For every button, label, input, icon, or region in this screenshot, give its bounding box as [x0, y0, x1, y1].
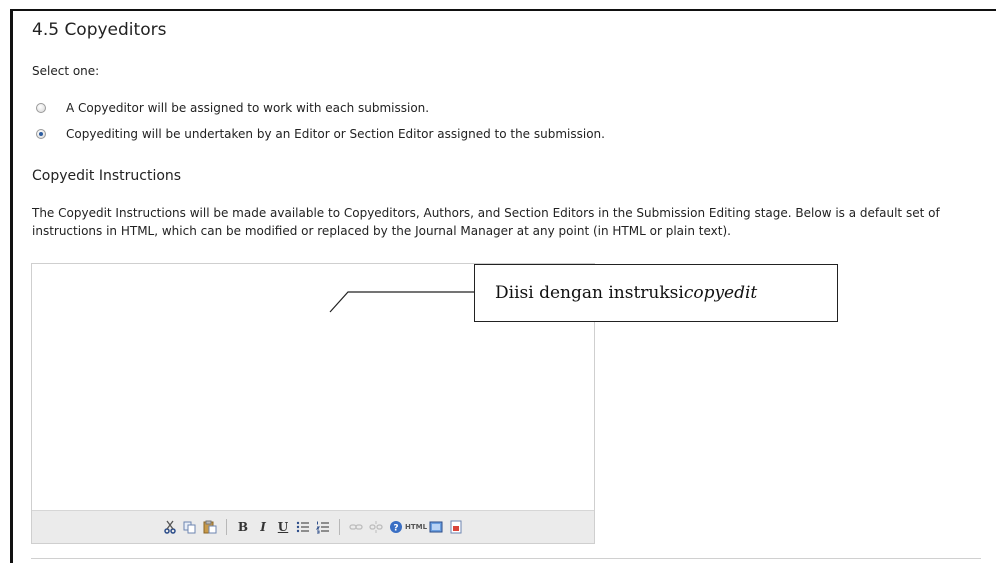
callout-annotation: Diisi dengan instruksi copyedit — [474, 264, 838, 322]
option-label: A Copyeditor will be assigned to work wi… — [66, 101, 430, 115]
toolbar-separator — [339, 519, 340, 535]
frame-left-border — [10, 9, 13, 563]
insert-image-icon[interactable] — [448, 518, 464, 536]
option-label: Copyediting will be undertaken by an Edi… — [66, 127, 605, 141]
radio-button[interactable] — [36, 103, 46, 113]
copyedit-instructions-description: The Copyedit Instructions will be made a… — [32, 206, 940, 238]
section-title: 4.5 Copyeditors — [32, 20, 167, 40]
copy-icon[interactable] — [182, 518, 198, 536]
bullet-list-icon[interactable] — [295, 518, 311, 536]
radio-button-selected[interactable] — [36, 129, 46, 139]
section-divider — [31, 558, 981, 559]
editor-toolbar: B I U ? HTML — [32, 510, 594, 543]
help-icon[interactable]: ? — [388, 518, 404, 536]
option-copyeditor-assigned[interactable]: A Copyeditor will be assigned to work wi… — [36, 101, 429, 115]
cut-icon[interactable] — [162, 518, 178, 536]
paste-icon[interactable] — [202, 518, 218, 536]
copyedit-instructions-heading: Copyedit Instructions — [32, 168, 182, 184]
callout-pointer-line — [329, 291, 474, 313]
bold-button[interactable]: B — [235, 518, 251, 536]
numbered-list-icon[interactable] — [315, 518, 331, 536]
select-one-label: Select one: — [32, 64, 100, 78]
frame-top-border — [10, 9, 996, 11]
callout-text: Diisi dengan instruksi — [495, 283, 684, 303]
html-source-icon[interactable]: HTML — [405, 518, 427, 536]
fullscreen-icon[interactable] — [428, 518, 444, 536]
italic-button[interactable]: I — [255, 518, 271, 536]
callout-text-italic: copyedit — [683, 283, 758, 303]
svg-text:?: ? — [393, 524, 398, 534]
unlink-icon[interactable] — [368, 518, 384, 536]
underline-button[interactable]: U — [275, 518, 291, 536]
option-editor-copyedits[interactable]: Copyediting will be undertaken by an Edi… — [36, 127, 605, 141]
link-icon[interactable] — [348, 518, 364, 536]
toolbar-separator — [226, 519, 227, 535]
